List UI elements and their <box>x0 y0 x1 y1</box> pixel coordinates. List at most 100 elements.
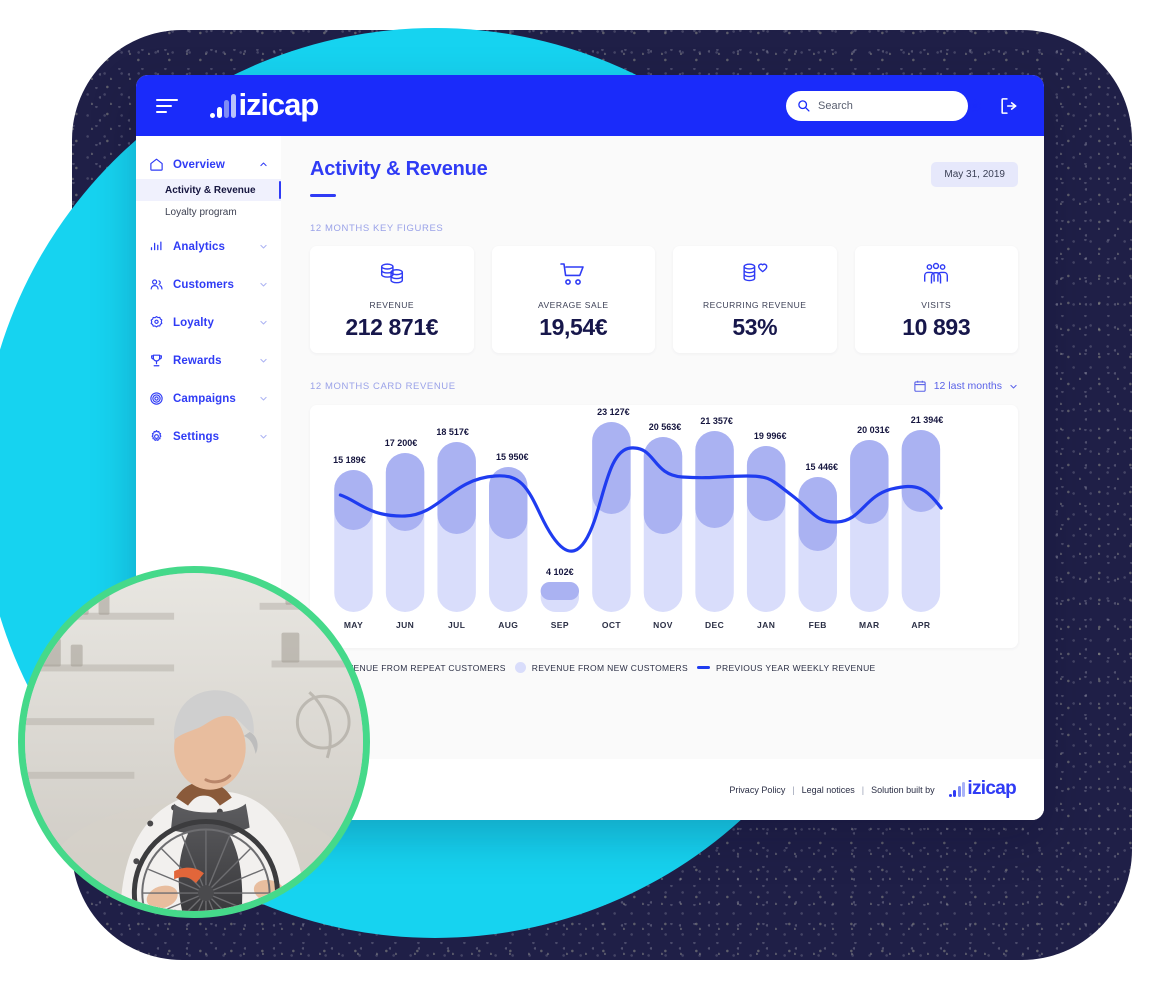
target-icon <box>150 392 163 405</box>
sidebar-item-loyalty[interactable]: Loyalty <box>136 308 281 337</box>
search-box[interactable] <box>786 90 982 121</box>
chart-value-label: 15 189€ <box>333 455 366 465</box>
chevron-down-icon[interactable] <box>259 394 268 403</box>
page-title-block: Activity & Revenue <box>310 158 488 197</box>
kpi-label: AVERAGE SALE <box>537 299 609 310</box>
sidebar-item-label: Analytics <box>173 240 226 253</box>
sidebar-item-rewards[interactable]: Rewards <box>136 346 281 375</box>
footer-izicap-logo: izicap <box>948 778 1017 800</box>
sidebar-item-campaigns[interactable]: Campaigns <box>136 384 281 413</box>
legend-item-previous-year[interactable]: PREVIOUS YEAR WEEKLY REVENUE <box>697 663 876 673</box>
sidebar-item-analytics[interactable]: Analytics <box>136 232 281 261</box>
sidebar-subitem-label: Loyalty program <box>165 206 237 218</box>
footer-logo-bars-icon <box>948 781 966 798</box>
revenue-chart-card: 15 189€ 17 200€ 18 517€ 15 950€ 4 102€ 23 127… <box>310 405 1018 648</box>
sidebar-subitem-activity-revenue[interactable]: Activity & Revenue <box>136 179 281 201</box>
page-header: Activity & Revenue May 31, 2019 <box>310 158 1018 197</box>
coins-icon <box>376 259 408 291</box>
kpi-card-row: REVENUE 212 871€ AVERAGE SALE 19,54€ REC… <box>310 246 1018 353</box>
logo-wordmark: izicap <box>238 87 320 123</box>
users-icon <box>150 279 163 290</box>
sidebar-subitem-loyalty-program[interactable]: Loyalty program <box>136 201 281 223</box>
kpi-card-average-sale: AVERAGE SALE 19,54€ <box>491 246 655 353</box>
sidebar-item-label: Overview <box>173 158 225 171</box>
date-badge[interactable]: May 31, 2019 <box>931 162 1018 187</box>
legend-item-new-customers[interactable]: REVENUE FROM NEW CUSTOMERS <box>514 662 688 673</box>
legend-label: PREVIOUS YEAR WEEKLY REVENUE <box>716 662 876 673</box>
chart-category-label: JUN <box>395 620 415 630</box>
avatar-photo-bubble <box>18 566 370 918</box>
chevron-up-icon[interactable] <box>259 160 268 169</box>
range-picker[interactable]: 12 last months <box>913 379 1018 393</box>
chevron-down-icon[interactable] <box>259 242 268 251</box>
chart-category-label: SEP <box>550 620 569 630</box>
badge-icon <box>150 316 163 328</box>
sidebar-subitem-label: Activity & Revenue <box>165 184 256 196</box>
chevron-down-icon[interactable] <box>259 318 268 327</box>
calendar-icon <box>914 380 926 392</box>
kpi-card-visits: VISITS 10 893 <box>854 246 1018 353</box>
kpi-label: VISITS <box>921 299 952 310</box>
legal-notices-link[interactable]: Legal notices <box>802 785 855 795</box>
chart-value-label: 21 394€ <box>910 415 944 425</box>
chart-category-label: AUG <box>498 620 519 630</box>
sidebar-item-label: Loyalty <box>173 316 214 329</box>
chart-category-label: OCT <box>601 620 621 630</box>
chevron-down-icon[interactable] <box>259 280 268 289</box>
kpi-value: 19,54€ <box>539 313 608 340</box>
bar-chart-icon <box>150 241 162 251</box>
hamburger-menu-icon[interactable] <box>156 98 178 113</box>
legend-swatch-circle <box>514 662 526 673</box>
sidebar-item-label: Campaigns <box>173 392 236 405</box>
legend-swatch-line <box>697 666 711 669</box>
kpi-value: 10 893 <box>902 313 971 340</box>
privacy-policy-link[interactable]: Privacy Policy <box>729 785 785 795</box>
kpi-card-recurring-revenue: RECURRING REVENUE 53% <box>673 246 837 353</box>
kpi-label: RECURRING REVENUE <box>703 299 807 310</box>
logout-icon[interactable] <box>999 96 1018 115</box>
page-title: Activity & Revenue <box>310 158 488 180</box>
sidebar-item-label: Customers <box>173 278 234 291</box>
logo-bars-icon <box>210 93 236 119</box>
main-content: Activity & Revenue May 31, 2019 12 MONTH… <box>281 136 1044 820</box>
sidebar-item-label: Rewards <box>173 354 222 367</box>
chart-value-label: 17 200€ <box>384 438 418 448</box>
chart-value-label: 15 950€ <box>496 452 529 462</box>
chevron-down-icon[interactable] <box>1009 382 1018 391</box>
search-icon <box>798 100 810 112</box>
chart-value-label: 20 563€ <box>648 422 682 432</box>
kpi-label: REVENUE <box>369 299 415 310</box>
group-people-icon <box>920 259 952 291</box>
kpi-card-revenue: REVENUE 212 871€ <box>310 246 474 353</box>
kpi-value: 212 871€ <box>345 313 439 340</box>
chart-value-label: 15 446€ <box>805 462 839 472</box>
chart-category-label: FEB <box>808 620 827 630</box>
home-icon <box>150 158 163 171</box>
search-input[interactable] <box>818 99 960 112</box>
kpi-value: 53% <box>732 313 778 340</box>
sidebar-item-overview[interactable]: Overview <box>136 150 281 179</box>
sidebar-item-customers[interactable]: Customers <box>136 270 281 299</box>
app-header: izicap <box>136 75 1044 136</box>
clear-circle-icon[interactable] <box>968 99 982 113</box>
chart-value-label: 23 127€ <box>597 407 630 417</box>
sidebar-item-label: Settings <box>173 430 220 443</box>
chart-header: 12 MONTHS CARD REVENUE 12 last months <box>310 379 1018 393</box>
chart-category-label: JUL <box>448 620 466 630</box>
gear-icon <box>151 430 162 441</box>
chevron-down-icon[interactable] <box>259 432 268 441</box>
app-footer: Privacy Policy | Legal notices | Solutio… <box>281 759 1044 820</box>
chart-value-label: 21 357€ <box>700 416 733 426</box>
footer-separator: | <box>861 784 865 795</box>
sidebar-item-settings[interactable]: Settings <box>136 422 281 451</box>
chart-section-label: 12 MONTHS CARD REVENUE <box>310 380 456 392</box>
title-underline <box>310 194 336 197</box>
chart-value-label: 4 102€ <box>546 566 574 577</box>
shopping-cart-icon <box>557 259 589 291</box>
footer-logo-wordmark: izicap <box>967 778 1016 800</box>
chevron-down-icon[interactable] <box>259 356 268 365</box>
chart-labels-layer: 15 189€ 17 200€ 18 517€ 15 950€ 4 102€ 23 127… <box>310 405 1018 648</box>
